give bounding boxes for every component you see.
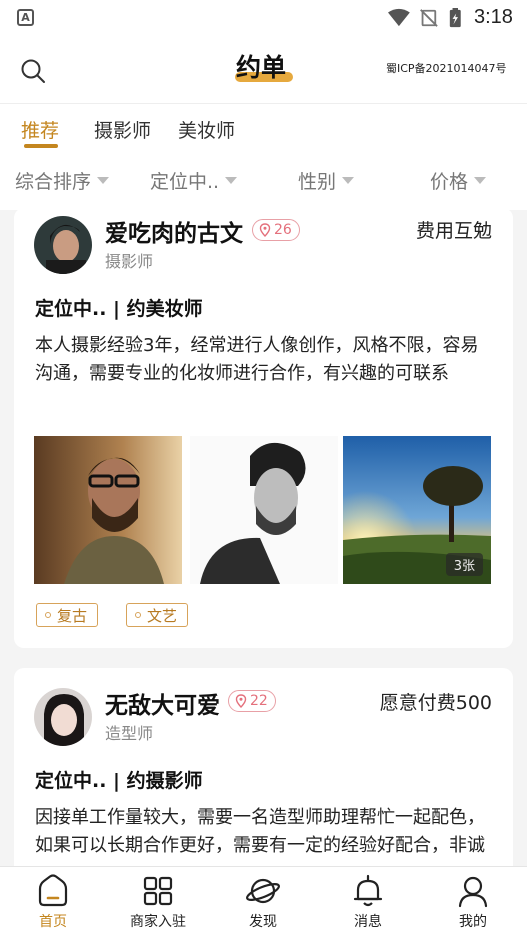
planet-icon	[246, 878, 280, 904]
location-badge: 22	[228, 690, 276, 712]
home-icon	[38, 874, 68, 907]
fee-label: 愿意付费500	[379, 692, 492, 714]
nav-discover[interactable]: 发现	[223, 873, 303, 931]
tag-label: 文艺	[147, 606, 178, 625]
nav-discover-label: 发现	[249, 914, 277, 930]
nav-home-label: 首页	[39, 914, 67, 930]
nav-profile-label: 我的	[459, 914, 487, 930]
app-header: 约单 蜀ICP备2021014047号	[0, 38, 527, 104]
filter-sort[interactable]: 综合排序	[15, 167, 110, 194]
filter-price-label: 价格	[430, 171, 469, 193]
category-tabs: 推荐 摄影师 美妆师	[0, 104, 527, 154]
active-tab-indicator	[24, 144, 58, 148]
filter-location-label: 定位中..	[150, 171, 220, 193]
nav-merchant[interactable]: 商家入驻	[118, 873, 198, 931]
caret-down-icon	[225, 177, 238, 184]
avatar[interactable]	[34, 688, 92, 746]
bottom-navigation: 首页 商家入驻 发现 消息 我的	[0, 866, 527, 938]
page-title: 约单	[236, 53, 287, 82]
tag-dot-icon	[135, 612, 141, 618]
tag-label: 复古	[57, 606, 88, 625]
post-card[interactable]: 爱吃肉的古文 26 摄影师 费用互勉 定位中.. | 约美妆师 本人摄影经验3年…	[14, 208, 513, 648]
fee-label: 费用互勉	[415, 220, 492, 242]
photo-thumbnail[interactable]	[34, 436, 182, 584]
clock: 3:18	[474, 6, 513, 28]
post-description: 本人摄影经验3年，经常进行人像创作，风格不限，容易沟通，需要专业的化妆师进行合作…	[35, 335, 479, 384]
pin-icon	[235, 694, 247, 708]
page-title-wrap: 约单	[230, 48, 298, 88]
tag-dot-icon	[45, 612, 51, 618]
caret-down-icon	[474, 177, 487, 184]
nav-profile[interactable]: 我的	[433, 873, 513, 931]
filter-bar: 综合排序 定位中.. 性别 价格	[0, 154, 527, 210]
filter-gender[interactable]: 性别	[298, 167, 355, 194]
tab-makeup-artist[interactable]: 美妆师	[178, 116, 235, 143]
location-badge: 26	[252, 219, 300, 241]
badge-count: 22	[250, 693, 268, 709]
badge-count: 26	[274, 222, 292, 238]
post-headline: 定位中.. | 约摄影师	[35, 770, 203, 792]
filter-gender-label: 性别	[298, 171, 337, 193]
nav-messages[interactable]: 消息	[328, 873, 408, 931]
avatar[interactable]	[34, 216, 92, 274]
icp-license: 蜀ICP备2021014047号	[386, 62, 507, 75]
filter-price[interactable]: 价格	[430, 167, 487, 194]
grid-icon	[143, 876, 173, 906]
photo-thumbnail[interactable]	[190, 436, 338, 584]
author-role: 造型师	[105, 724, 154, 743]
caret-down-icon	[97, 177, 110, 184]
status-icons	[388, 8, 461, 28]
post-description: 因接单工作量较大，需要一名造型师助理帮忙一起配色，如果可以长期合作更好，需要有一…	[35, 807, 485, 856]
photo-thumbnail[interactable]: 3张	[343, 436, 491, 584]
tag-chip[interactable]: 文艺	[126, 603, 189, 627]
app-notification-icon: A	[17, 9, 34, 26]
nav-merchant-label: 商家入驻	[130, 914, 186, 930]
status-bar: A 3:18	[0, 0, 527, 38]
bell-icon	[353, 874, 383, 907]
nav-messages-label: 消息	[354, 914, 382, 930]
filter-sort-label: 综合排序	[15, 171, 92, 193]
post-headline: 定位中.. | 约美妆师	[35, 298, 203, 320]
user-icon	[458, 876, 488, 908]
search-icon[interactable]	[20, 58, 46, 84]
author-role: 摄影师	[105, 252, 154, 271]
caret-down-icon	[342, 177, 355, 184]
pin-icon	[259, 223, 271, 237]
photo-count-badge: 3张	[445, 553, 483, 576]
author-name: 无敌大可爱	[105, 693, 220, 719]
tab-recommend[interactable]: 推荐	[21, 116, 59, 143]
filter-location[interactable]: 定位中..	[150, 167, 238, 194]
nav-home[interactable]: 首页	[13, 873, 93, 931]
tag-chip[interactable]: 复古	[36, 603, 99, 627]
author-name: 爱吃肉的古文	[105, 221, 243, 247]
tab-photographer[interactable]: 摄影师	[94, 116, 151, 143]
